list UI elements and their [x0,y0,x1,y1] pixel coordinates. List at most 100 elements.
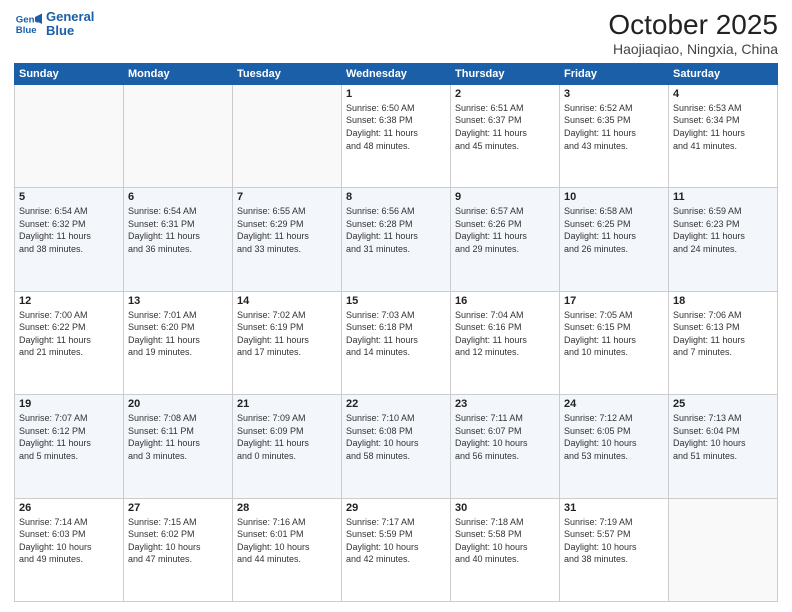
day-info: Sunrise: 7:17 AM Sunset: 5:59 PM Dayligh… [346,516,446,566]
day-number: 9 [455,191,555,203]
day-info: Sunrise: 6:58 AM Sunset: 6:25 PM Dayligh… [564,205,664,255]
calendar-header-row: SundayMondayTuesdayWednesdayThursdayFrid… [15,63,778,84]
day-number: 23 [455,398,555,410]
day-number: 1 [346,88,446,100]
calendar-cell: 30 Sunrise: 7:18 AM Sunset: 5:58 PM Dayli… [451,498,560,601]
day-info: Sunrise: 7:02 AM Sunset: 6:19 PM Dayligh… [237,309,337,359]
day-number: 6 [128,191,228,203]
day-info: Sunrise: 7:12 AM Sunset: 6:05 PM Dayligh… [564,412,664,462]
calendar-cell: 17Sunrise: 7:05 AM Sunset: 6:15 PM Dayli… [560,291,669,394]
day-info: Sunrise: 6:56 AM Sunset: 6:28 PM Dayligh… [346,205,446,255]
day-number: 11 [673,191,773,203]
day-number: 18 [673,295,773,307]
header: General Blue General Blue October 2025 H… [14,10,778,57]
day-header-wednesday: Wednesday [342,63,451,84]
day-header-thursday: Thursday [451,63,560,84]
day-info: Sunrise: 6:55 AM Sunset: 6:29 PM Dayligh… [237,205,337,255]
day-info: Sunrise: 6:53 AM Sunset: 6:34 PM Dayligh… [673,102,773,152]
calendar-cell: 7 Sunrise: 6:55 AM Sunset: 6:29 PM Daylig… [233,188,342,291]
day-info: Sunrise: 7:14 AM Sunset: 6:03 PM Dayligh… [19,516,119,566]
day-number: 7 [237,191,337,203]
day-info: Sunrise: 7:16 AM Sunset: 6:01 PM Dayligh… [237,516,337,566]
day-number: 17 [564,295,664,307]
calendar-cell: 5Sunrise: 6:54 AM Sunset: 6:32 PM Daylig… [15,188,124,291]
calendar-cell: 21 Sunrise: 7:09 AM Sunset: 6:09 PM Dayli… [233,395,342,498]
calendar-title: October 2025 [608,10,778,41]
calendar-cell: 14 Sunrise: 7:02 AM Sunset: 6:19 PM Dayli… [233,291,342,394]
day-number: 24 [564,398,664,410]
day-number: 8 [346,191,446,203]
day-header-friday: Friday [560,63,669,84]
calendar-cell: 10 Sunrise: 6:58 AM Sunset: 6:25 PM Dayli… [560,188,669,291]
calendar-week-2: 5Sunrise: 6:54 AM Sunset: 6:32 PM Daylig… [15,188,778,291]
day-info: Sunrise: 7:18 AM Sunset: 5:58 PM Dayligh… [455,516,555,566]
day-number: 26 [19,502,119,514]
day-info: Sunrise: 7:11 AM Sunset: 6:07 PM Dayligh… [455,412,555,462]
calendar-cell: 1 Sunrise: 6:50 AM Sunset: 6:38 PM Daylig… [342,84,451,187]
day-info: Sunrise: 7:06 AM Sunset: 6:13 PM Dayligh… [673,309,773,359]
calendar-cell: 13Sunrise: 7:01 AM Sunset: 6:20 PM Dayli… [124,291,233,394]
calendar-week-4: 19Sunrise: 7:07 AM Sunset: 6:12 PM Dayli… [15,395,778,498]
day-header-monday: Monday [124,63,233,84]
day-number: 3 [564,88,664,100]
day-number: 22 [346,398,446,410]
day-header-sunday: Sunday [15,63,124,84]
calendar-table: SundayMondayTuesdayWednesdayThursdayFrid… [14,63,778,602]
calendar-cell: 3 Sunrise: 6:52 AM Sunset: 6:35 PM Daylig… [560,84,669,187]
day-info: Sunrise: 7:01 AM Sunset: 6:20 PM Dayligh… [128,309,228,359]
day-header-tuesday: Tuesday [233,63,342,84]
day-info: Sunrise: 6:54 AM Sunset: 6:31 PM Dayligh… [128,205,228,255]
day-number: 20 [128,398,228,410]
calendar-cell [233,84,342,187]
day-info: Sunrise: 6:59 AM Sunset: 6:23 PM Dayligh… [673,205,773,255]
day-number: 2 [455,88,555,100]
day-info: Sunrise: 6:50 AM Sunset: 6:38 PM Dayligh… [346,102,446,152]
day-number: 14 [237,295,337,307]
calendar-cell: 19Sunrise: 7:07 AM Sunset: 6:12 PM Dayli… [15,395,124,498]
calendar-week-3: 12Sunrise: 7:00 AM Sunset: 6:22 PM Dayli… [15,291,778,394]
day-number: 15 [346,295,446,307]
calendar-cell: 11 Sunrise: 6:59 AM Sunset: 6:23 PM Dayli… [669,188,778,291]
calendar-cell: 20Sunrise: 7:08 AM Sunset: 6:11 PM Dayli… [124,395,233,498]
day-info: Sunrise: 6:52 AM Sunset: 6:35 PM Dayligh… [564,102,664,152]
calendar-week-1: 1 Sunrise: 6:50 AM Sunset: 6:38 PM Daylig… [15,84,778,187]
day-info: Sunrise: 7:15 AM Sunset: 6:02 PM Dayligh… [128,516,228,566]
calendar-cell: 9 Sunrise: 6:57 AM Sunset: 6:26 PM Daylig… [451,188,560,291]
calendar-cell: 12Sunrise: 7:00 AM Sunset: 6:22 PM Dayli… [15,291,124,394]
title-area: October 2025 Haojiaqiao, Ningxia, China [608,10,778,57]
day-info: Sunrise: 7:04 AM Sunset: 6:16 PM Dayligh… [455,309,555,359]
day-number: 12 [19,295,119,307]
day-info: Sunrise: 6:57 AM Sunset: 6:26 PM Dayligh… [455,205,555,255]
day-number: 28 [237,502,337,514]
calendar-cell: 16Sunrise: 7:04 AM Sunset: 6:16 PM Dayli… [451,291,560,394]
day-number: 25 [673,398,773,410]
calendar-cell: 15Sunrise: 7:03 AM Sunset: 6:18 PM Dayli… [342,291,451,394]
logo-text-blue: Blue [46,24,94,38]
calendar-cell: 18 Sunrise: 7:06 AM Sunset: 6:13 PM Dayli… [669,291,778,394]
day-number: 29 [346,502,446,514]
day-info: Sunrise: 7:13 AM Sunset: 6:04 PM Dayligh… [673,412,773,462]
calendar-subtitle: Haojiaqiao, Ningxia, China [608,41,778,57]
logo-text-general: General [46,10,94,24]
day-number: 10 [564,191,664,203]
day-info: Sunrise: 7:10 AM Sunset: 6:08 PM Dayligh… [346,412,446,462]
calendar-cell: 22 Sunrise: 7:10 AM Sunset: 6:08 PM Dayli… [342,395,451,498]
calendar-cell [15,84,124,187]
day-number: 30 [455,502,555,514]
calendar-cell: 4Sunrise: 6:53 AM Sunset: 6:34 PM Daylig… [669,84,778,187]
calendar-cell: 6 Sunrise: 6:54 AM Sunset: 6:31 PM Daylig… [124,188,233,291]
day-number: 21 [237,398,337,410]
calendar-cell: 2 Sunrise: 6:51 AM Sunset: 6:37 PM Daylig… [451,84,560,187]
day-info: Sunrise: 7:09 AM Sunset: 6:09 PM Dayligh… [237,412,337,462]
day-info: Sunrise: 7:19 AM Sunset: 5:57 PM Dayligh… [564,516,664,566]
day-header-saturday: Saturday [669,63,778,84]
day-number: 31 [564,502,664,514]
calendar-cell: 29 Sunrise: 7:17 AM Sunset: 5:59 PM Dayli… [342,498,451,601]
calendar-cell [669,498,778,601]
svg-text:Blue: Blue [16,25,37,36]
day-number: 19 [19,398,119,410]
calendar-cell [124,84,233,187]
day-info: Sunrise: 6:51 AM Sunset: 6:37 PM Dayligh… [455,102,555,152]
page: General Blue General Blue October 2025 H… [0,0,792,612]
calendar-cell: 23 Sunrise: 7:11 AM Sunset: 6:07 PM Dayli… [451,395,560,498]
